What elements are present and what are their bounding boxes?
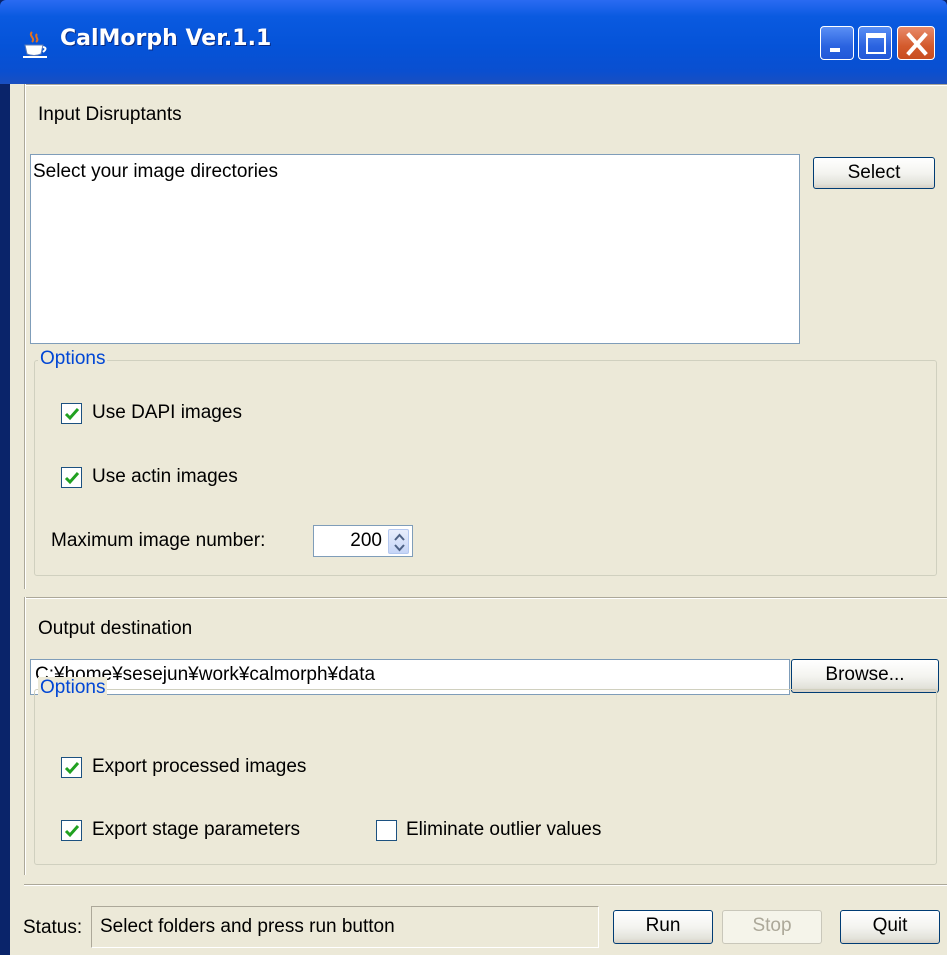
checkmark-icon	[64, 825, 80, 838]
java-cup-icon	[22, 30, 48, 60]
max-image-number-value[interactable]: 200	[350, 530, 382, 552]
use-dapi-label[interactable]: Use DAPI images	[92, 402, 242, 424]
close-button[interactable]	[897, 26, 935, 60]
directories-list[interactable]: Select your image directories	[30, 154, 800, 344]
output-destination-label: Output destination	[38, 618, 193, 639]
window-title: CalMorph Ver.1.1	[60, 26, 272, 51]
checkmark-icon	[64, 762, 80, 775]
use-actin-label[interactable]: Use actin images	[92, 466, 238, 488]
divider	[24, 884, 947, 886]
divider	[24, 84, 26, 589]
export-processed-images-checkbox[interactable]	[61, 757, 82, 778]
export-stage-parameters-label[interactable]: Export stage parameters	[92, 819, 300, 841]
input-disruptants-label: Input Disruptants	[38, 104, 182, 125]
title-bar[interactable]: CalMorph Ver.1.1	[0, 0, 947, 84]
status-label: Status:	[23, 917, 83, 938]
input-options-title: Options	[38, 348, 108, 370]
use-dapi-checkbox[interactable]	[61, 403, 82, 424]
output-options-title: Options	[38, 677, 108, 699]
select-button[interactable]: Select	[813, 157, 935, 189]
export-processed-images-label[interactable]: Export processed images	[92, 756, 306, 778]
up-down-arrow-icon	[394, 533, 405, 552]
use-actin-checkbox[interactable]	[61, 467, 82, 488]
close-icon	[906, 32, 928, 56]
application-window: CalMorph Ver.1.1 Input Disruptants Selec…	[0, 0, 947, 955]
minimize-icon	[830, 48, 840, 52]
maximize-button[interactable]	[858, 26, 892, 60]
eliminate-outlier-values-checkbox[interactable]	[376, 820, 397, 841]
quit-button[interactable]: Quit	[840, 910, 940, 944]
content-panel: Input Disruptants Select your image dire…	[10, 84, 947, 955]
checkmark-icon	[64, 472, 80, 485]
stop-button[interactable]: Stop	[722, 910, 822, 944]
spinner-arrows[interactable]	[388, 529, 409, 554]
minimize-button[interactable]	[820, 26, 854, 60]
export-stage-parameters-checkbox[interactable]	[61, 820, 82, 841]
maximize-icon	[866, 33, 886, 54]
divider	[24, 597, 26, 875]
divider	[24, 84, 947, 86]
browse-button[interactable]: Browse...	[791, 659, 939, 693]
run-button[interactable]: Run	[613, 910, 713, 944]
checkmark-icon	[64, 408, 80, 421]
divider	[24, 597, 947, 599]
max-image-number-spinner[interactable]: 200	[313, 525, 413, 557]
status-field: Select folders and press run button	[91, 906, 599, 948]
directories-placeholder: Select your image directories	[33, 161, 278, 182]
eliminate-outlier-values-label[interactable]: Eliminate outlier values	[406, 819, 601, 841]
max-image-number-label: Maximum image number:	[51, 530, 266, 551]
